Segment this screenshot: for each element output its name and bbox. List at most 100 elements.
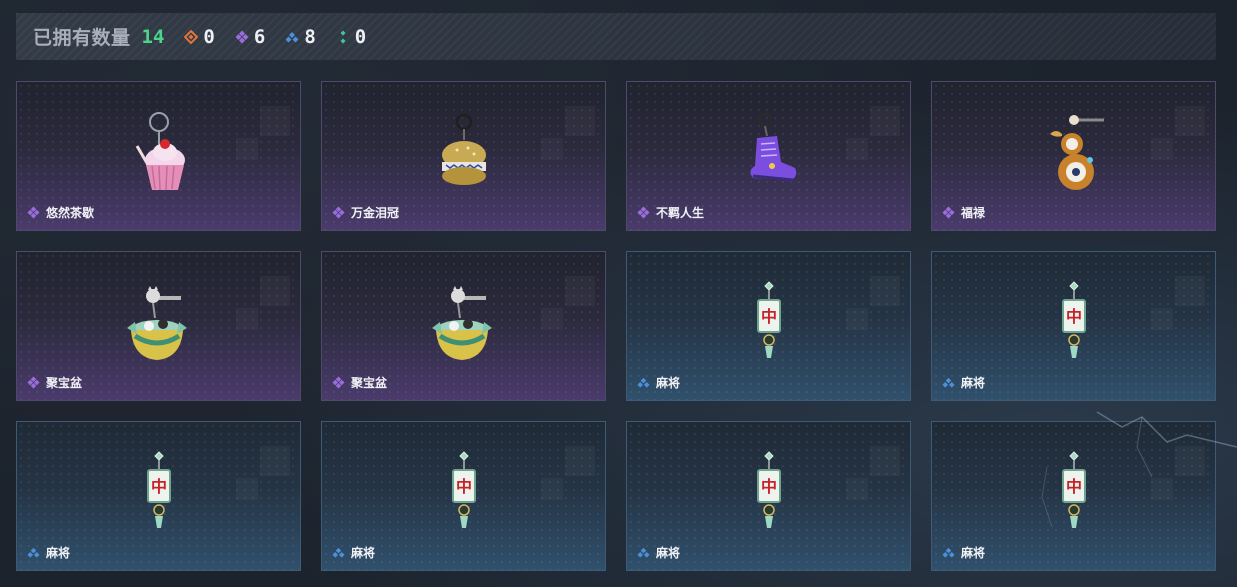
card-decoration bbox=[1175, 446, 1205, 476]
blue-gem-icon bbox=[332, 547, 345, 558]
item-name-row: 麻将 bbox=[942, 374, 985, 391]
card-decoration bbox=[236, 478, 258, 500]
card-decoration bbox=[846, 138, 868, 160]
card-decoration bbox=[1151, 478, 1173, 500]
card-decoration bbox=[236, 138, 258, 160]
item-name-row: 万金泪冠 bbox=[332, 204, 399, 221]
rarity-count: 0 bbox=[354, 25, 367, 48]
blue-gem-icon bbox=[942, 547, 955, 558]
item-grid: 悠然茶歇 万金泪冠 不羁人生 福禄 聚宝盆 聚宝盆中麻将中麻将中麻将中麻将中麻将中麻将 bbox=[16, 81, 1216, 571]
owned-label: 已拥有数量 bbox=[33, 27, 131, 49]
item-name: 麻将 bbox=[961, 546, 986, 560]
item-name-row: 聚宝盆 bbox=[332, 374, 387, 391]
item-name-row: 麻将 bbox=[942, 544, 985, 561]
cupcake-charm-icon bbox=[135, 112, 185, 191]
mahjong-tile-charm-icon: 中 bbox=[757, 281, 781, 358]
item-name-row: 麻将 bbox=[27, 544, 70, 561]
item-name-row: 悠然茶歇 bbox=[27, 204, 94, 221]
item-card[interactable]: 万金泪冠 bbox=[321, 81, 606, 231]
card-decoration bbox=[1151, 138, 1173, 160]
card-decoration bbox=[1175, 106, 1205, 136]
blue-gem-icon bbox=[285, 31, 299, 42]
svg-text:中: 中 bbox=[1066, 477, 1082, 496]
card-decoration bbox=[870, 446, 900, 476]
purple-gem-icon bbox=[637, 206, 650, 219]
treasure-bowl-charm-icon bbox=[432, 286, 492, 360]
item-name: 福禄 bbox=[961, 206, 986, 220]
svg-text:中: 中 bbox=[761, 307, 777, 326]
blue-gem-icon bbox=[637, 547, 650, 558]
item-card[interactable]: 中麻将 bbox=[931, 251, 1216, 401]
card-decoration bbox=[1151, 308, 1173, 330]
rarity-count: 6 bbox=[253, 25, 266, 48]
purple-gem-icon bbox=[27, 376, 40, 389]
item-card[interactable]: 聚宝盆 bbox=[321, 251, 606, 401]
card-decoration bbox=[541, 308, 563, 330]
item-card[interactable]: 悠然茶歇 bbox=[16, 81, 301, 231]
card-decoration bbox=[565, 106, 595, 136]
mahjong-tile-charm-icon: 中 bbox=[452, 451, 476, 528]
item-card[interactable]: 中麻将 bbox=[321, 421, 606, 571]
mahjong-tile-charm-icon: 中 bbox=[757, 451, 781, 528]
mahjong-tile-charm-icon: 中 bbox=[147, 451, 171, 528]
golden-burger-charm-icon bbox=[442, 113, 486, 185]
item-card[interactable]: 中麻将 bbox=[931, 421, 1216, 571]
rarity-count: 0 bbox=[203, 25, 215, 48]
rarity-stat-green: 0 bbox=[336, 26, 366, 48]
card-decoration bbox=[870, 276, 900, 306]
treasure-bowl-charm-icon bbox=[127, 286, 187, 360]
item-name: 万金泪冠 bbox=[351, 206, 400, 220]
rarity-stat-purple: 6 bbox=[235, 26, 265, 48]
item-card[interactable]: 不羁人生 bbox=[626, 81, 911, 231]
svg-text:中: 中 bbox=[1066, 307, 1082, 326]
rarity-stat-blue: 8 bbox=[285, 25, 316, 48]
card-decoration bbox=[541, 478, 563, 500]
card-decoration bbox=[870, 106, 900, 136]
owned-summary-bar: 已拥有数量 14 0 6 8 0 bbox=[16, 13, 1216, 60]
card-decoration bbox=[260, 276, 290, 306]
card-decoration bbox=[565, 446, 595, 476]
item-name: 麻将 bbox=[656, 546, 681, 560]
card-decoration bbox=[260, 106, 290, 136]
card-decoration bbox=[565, 276, 595, 306]
rarity-count: 8 bbox=[304, 25, 316, 48]
item-name: 不羁人生 bbox=[656, 206, 705, 220]
gourd-charm-icon bbox=[1050, 115, 1104, 190]
item-card[interactable]: 福禄 bbox=[931, 81, 1216, 231]
item-name: 聚宝盆 bbox=[46, 376, 83, 390]
purple-gem-icon bbox=[27, 206, 40, 219]
item-card[interactable]: 中麻将 bbox=[626, 251, 911, 401]
svg-text:中: 中 bbox=[761, 477, 777, 496]
item-name: 聚宝盆 bbox=[351, 376, 388, 390]
svg-text:中: 中 bbox=[151, 477, 167, 496]
item-name: 麻将 bbox=[961, 376, 986, 390]
item-name: 麻将 bbox=[46, 546, 71, 560]
card-decoration bbox=[260, 446, 290, 476]
item-name-row: 麻将 bbox=[332, 544, 375, 561]
mahjong-tile-charm-icon: 中 bbox=[1062, 281, 1086, 358]
svg-text:中: 中 bbox=[456, 477, 472, 496]
item-card[interactable]: 聚宝盆 bbox=[16, 251, 301, 401]
purple-gem-icon bbox=[332, 206, 345, 219]
green-gem-icon bbox=[340, 30, 346, 43]
blue-gem-icon bbox=[27, 547, 40, 558]
card-decoration bbox=[541, 138, 563, 160]
item-name: 麻将 bbox=[656, 376, 681, 390]
card-decoration bbox=[846, 308, 868, 330]
blue-gem-icon bbox=[942, 377, 955, 388]
inventory-screen: 已拥有数量 14 0 6 8 0 悠然茶歇 万金泪冠 不羁人生 福禄 聚宝盆 聚… bbox=[0, 0, 1237, 587]
purple-gem-icon bbox=[332, 376, 345, 389]
card-decoration bbox=[846, 478, 868, 500]
purple-gem-icon bbox=[235, 30, 249, 43]
item-card[interactable]: 中麻将 bbox=[626, 421, 911, 571]
item-name-row: 麻将 bbox=[637, 544, 680, 561]
purple-gem-icon bbox=[942, 206, 955, 219]
item-name: 麻将 bbox=[351, 546, 376, 560]
item-name: 悠然茶歇 bbox=[46, 206, 95, 220]
item-card[interactable]: 中麻将 bbox=[16, 421, 301, 571]
card-decoration bbox=[1175, 276, 1205, 306]
owned-count: 14 bbox=[141, 25, 165, 48]
purple-sneaker-charm-icon bbox=[750, 112, 797, 182]
item-name-row: 福禄 bbox=[942, 204, 985, 221]
blue-gem-icon bbox=[637, 377, 650, 388]
